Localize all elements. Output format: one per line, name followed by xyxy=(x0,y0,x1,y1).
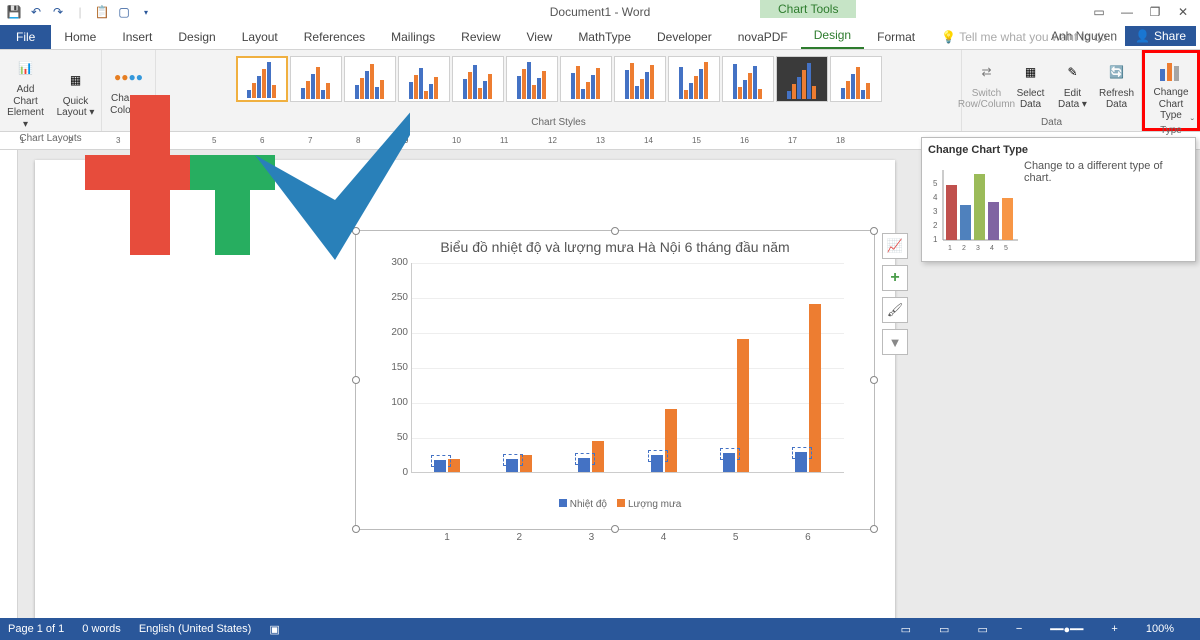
edit-data-button[interactable]: ✎Edit Data ▾ xyxy=(1053,52,1093,116)
chart-style-thumb[interactable] xyxy=(668,56,720,102)
chart-plot-area[interactable]: 050100150200250300 xyxy=(411,263,844,473)
tooltip-preview-icon: 1 2 3 4 5 1 2 3 4 5 xyxy=(928,160,1023,255)
dropdown-icon[interactable]: ▾ xyxy=(136,2,156,22)
svg-text:3: 3 xyxy=(933,207,938,216)
tab-design[interactable]: Design xyxy=(165,25,228,49)
share-button[interactable]: 👤 Share xyxy=(1125,26,1196,46)
resize-handle[interactable] xyxy=(352,525,360,533)
vertical-ruler xyxy=(0,150,18,618)
svg-text:3: 3 xyxy=(976,245,980,252)
resize-handle[interactable] xyxy=(870,376,878,384)
quick-access-toolbar: 💾 ↶ ↷ | 📋 ▢ ▾ Document1 - Word Chart Too… xyxy=(0,0,1200,24)
resize-handle[interactable] xyxy=(870,525,878,533)
file-tab[interactable]: File xyxy=(0,25,51,49)
refresh-data-button[interactable]: 🔄Refresh Data xyxy=(1095,52,1139,116)
chart-tools-label: Chart Tools xyxy=(760,0,856,18)
window-controls: ▭ — ❐ ✕ xyxy=(1086,5,1196,19)
view-read-icon[interactable]: ▭ xyxy=(901,623,911,636)
group-label-type: Type xyxy=(1160,124,1182,137)
redo-icon[interactable]: ↷ xyxy=(48,2,68,22)
group-label-data: Data xyxy=(1041,116,1062,129)
chart-add-button[interactable]: + xyxy=(882,265,908,291)
switch-row-col-button[interactable]: ⇄Switch Row/Column xyxy=(965,52,1009,116)
watermark-logo xyxy=(30,60,410,270)
tooltip-title: Change Chart Type xyxy=(928,144,1189,156)
paste-icon[interactable]: 📋 xyxy=(92,2,112,22)
view-web-icon[interactable]: ▭ xyxy=(977,623,987,636)
svg-text:5: 5 xyxy=(1004,245,1008,252)
chart-style-thumb[interactable] xyxy=(830,56,882,102)
chart-styles-button[interactable]: 🖌 xyxy=(882,297,908,323)
undo-icon[interactable]: ↶ xyxy=(26,2,46,22)
collapse-ribbon-icon[interactable]: ˇ xyxy=(1191,118,1194,129)
chart-title[interactable]: Biểu đồ nhiệt độ và lượng mưa Hà Nội 6 t… xyxy=(356,231,874,263)
tab-view[interactable]: View xyxy=(514,25,566,49)
tab-review[interactable]: Review xyxy=(448,25,513,49)
change-chart-type-tooltip: Change Chart Type 1 2 3 4 5 1 2 3 4 5 Change to … xyxy=(921,137,1196,262)
resize-handle[interactable] xyxy=(352,376,360,384)
language[interactable]: English (United States) xyxy=(139,623,252,635)
tab-developer[interactable]: Developer xyxy=(644,25,725,49)
ribbon-opts-icon[interactable]: ▭ xyxy=(1086,5,1112,19)
svg-text:5: 5 xyxy=(933,179,938,188)
close-icon[interactable]: ✕ xyxy=(1170,5,1196,19)
qat-divider: | xyxy=(70,2,90,22)
zoom-out-icon[interactable]: − xyxy=(1016,623,1022,635)
svg-text:1: 1 xyxy=(933,235,938,244)
table-icon[interactable]: ▢ xyxy=(114,2,134,22)
chart-style-thumb[interactable] xyxy=(506,56,558,102)
group-label-styles: Chart Styles xyxy=(531,116,585,129)
tab-chart-format[interactable]: Format xyxy=(864,25,928,49)
resize-handle[interactable] xyxy=(611,227,619,235)
chart-style-thumb[interactable] xyxy=(452,56,504,102)
chart-elements-button[interactable]: 📈 xyxy=(882,233,908,259)
tab-layout[interactable]: Layout xyxy=(229,25,291,49)
word-count[interactable]: 0 words xyxy=(82,623,121,635)
chart-x-axis: 123456 xyxy=(411,532,844,543)
chart-filter-button[interactable]: ▼ xyxy=(882,329,908,355)
maximize-icon[interactable]: ❐ xyxy=(1142,5,1168,19)
save-icon[interactable]: 💾 xyxy=(4,2,24,22)
tab-mathtype[interactable]: MathType xyxy=(565,25,644,49)
tab-novapdf[interactable]: novaPDF xyxy=(725,25,801,49)
chart-style-thumb[interactable] xyxy=(560,56,612,102)
svg-text:1: 1 xyxy=(948,245,952,252)
tab-mailings[interactable]: Mailings xyxy=(378,25,448,49)
macro-icon[interactable]: ▣ xyxy=(269,623,279,636)
zoom-in-icon[interactable]: + xyxy=(1111,623,1117,635)
select-data-button[interactable]: ▦Select Data xyxy=(1011,52,1051,116)
resize-handle[interactable] xyxy=(870,227,878,235)
chart-legend[interactable]: Nhiệt độLượng mưa xyxy=(356,473,874,510)
zoom-slider[interactable]: ━━●━━ xyxy=(1050,623,1083,636)
tooltip-desc: Change to a different type of chart. xyxy=(1024,160,1189,184)
svg-text:4: 4 xyxy=(990,245,994,252)
minimize-icon[interactable]: — xyxy=(1114,5,1140,19)
tab-chart-design[interactable]: Design xyxy=(801,23,864,49)
tab-home[interactable]: Home xyxy=(51,25,109,49)
chart-object[interactable]: Biểu đồ nhiệt độ và lượng mưa Hà Nội 6 t… xyxy=(355,230,875,530)
zoom-level[interactable]: 100% xyxy=(1146,623,1174,635)
user-name[interactable]: Anh Nguyen xyxy=(1051,29,1117,43)
page-count[interactable]: Page 1 of 1 xyxy=(8,623,64,635)
document-title: Document1 - Word xyxy=(550,5,650,19)
chart-style-thumb[interactable] xyxy=(722,56,774,102)
change-chart-type-button[interactable]: Change Chart Type xyxy=(1147,55,1195,124)
tab-insert[interactable]: Insert xyxy=(109,25,165,49)
svg-text:2: 2 xyxy=(933,221,938,230)
view-print-icon[interactable]: ▭ xyxy=(939,623,949,636)
svg-text:4: 4 xyxy=(933,193,938,202)
ribbon-tabs: File Home Insert Design Layout Reference… xyxy=(0,24,1200,50)
tab-references[interactable]: References xyxy=(291,25,378,49)
svg-text:2: 2 xyxy=(962,245,966,252)
chart-style-thumb[interactable] xyxy=(776,56,828,102)
chart-style-thumb[interactable] xyxy=(614,56,666,102)
status-bar: Page 1 of 1 0 words English (United Stat… xyxy=(0,618,1200,640)
